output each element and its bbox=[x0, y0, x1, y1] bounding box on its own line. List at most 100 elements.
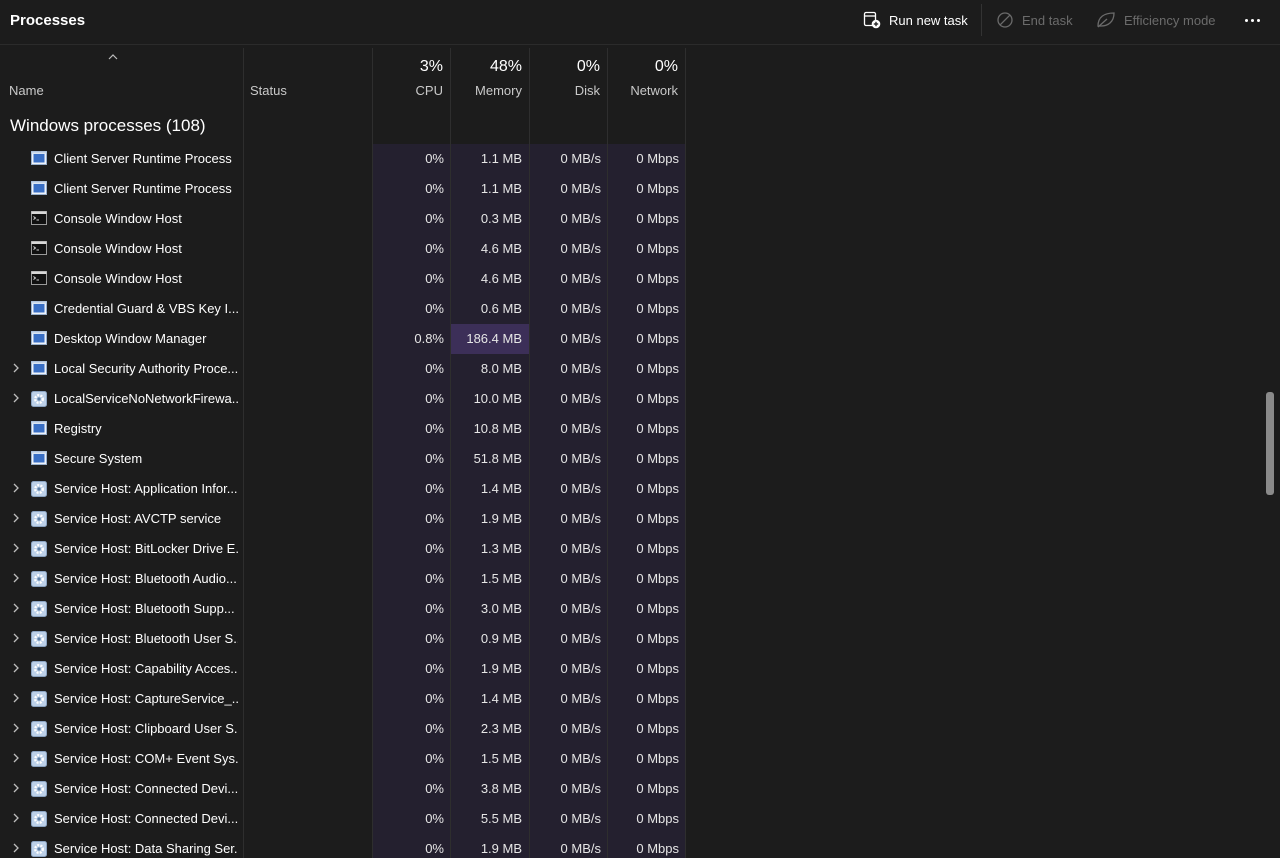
run-new-task-label: Run new task bbox=[889, 12, 968, 28]
network-cell: 0 Mbps bbox=[636, 781, 679, 796]
process-row[interactable]: Service Host: Application Infor... 0% 1.4 … bbox=[0, 474, 686, 504]
process-row[interactable]: Desktop Window Manager 0.8% 186.4 MB 0 MB/s… bbox=[0, 324, 686, 354]
expand-chevron-icon[interactable] bbox=[10, 392, 22, 404]
expand-chevron-icon[interactable] bbox=[10, 542, 22, 554]
disk-cell: 0 MB/s bbox=[560, 391, 601, 406]
process-table: Windows processes (108) Client Server Ru… bbox=[0, 102, 1280, 858]
expand-chevron-icon[interactable] bbox=[10, 662, 22, 674]
memory-cell: 0.6 MB bbox=[480, 301, 522, 316]
cpu-cell: 0% bbox=[425, 631, 444, 646]
process-row[interactable]: Console Window Host 0% 4.6 MB 0 MB/s 0 Mbps bbox=[0, 234, 686, 264]
memory-cell: 8.0 MB bbox=[480, 361, 522, 376]
process-row[interactable]: Service Host: Bluetooth User S... 0% 0.9 M… bbox=[0, 624, 686, 654]
process-row[interactable]: Secure System 0% 51.8 MB 0 MB/s 0 Mbps bbox=[0, 444, 686, 474]
column-header-name[interactable]: Name bbox=[9, 83, 44, 98]
efficiency-mode-label: Efficiency mode bbox=[1124, 12, 1216, 28]
expand-chevron-icon[interactable] bbox=[10, 752, 22, 764]
expand-chevron-icon[interactable] bbox=[10, 842, 22, 854]
cpu-cell: 0% bbox=[425, 481, 444, 496]
gear-icon bbox=[31, 601, 47, 617]
vertical-scrollbar-thumb[interactable] bbox=[1266, 392, 1274, 495]
run-task-icon bbox=[863, 11, 881, 29]
process-name: Desktop Window Manager bbox=[54, 331, 207, 346]
expand-chevron-icon[interactable] bbox=[10, 602, 22, 614]
process-name: LocalServiceNoNetworkFirewa... bbox=[54, 391, 238, 406]
process-name: Service Host: Capability Acces... bbox=[54, 661, 238, 676]
column-header-network[interactable]: Network bbox=[607, 83, 678, 98]
expand-chevron-icon[interactable] bbox=[10, 692, 22, 704]
process-row[interactable]: Service Host: Bluetooth Audio... 0% 1.5 MB… bbox=[0, 564, 686, 594]
group-header-windows-processes[interactable]: Windows processes (108) bbox=[10, 116, 206, 136]
expand-chevron-icon[interactable] bbox=[10, 362, 22, 374]
process-name: Credential Guard & VBS Key I... bbox=[54, 301, 238, 316]
expand-chevron-icon[interactable] bbox=[10, 812, 22, 824]
column-header-disk[interactable]: Disk bbox=[529, 83, 600, 98]
process-row[interactable]: Service Host: Capability Acces... 0% 1.9 M… bbox=[0, 654, 686, 684]
toolbar-divider bbox=[981, 4, 982, 36]
cpu-cell: 0% bbox=[425, 151, 444, 166]
expand-chevron-icon[interactable] bbox=[10, 482, 22, 494]
network-cell: 0 Mbps bbox=[636, 631, 679, 646]
run-new-task-button[interactable]: Run new task bbox=[863, 0, 968, 40]
network-cell: 0 Mbps bbox=[636, 541, 679, 556]
network-cell: 0 Mbps bbox=[636, 241, 679, 256]
process-row[interactable]: Service Host: AVCTP service 0% 1.9 MB 0 MB/… bbox=[0, 504, 686, 534]
network-total-percent[interactable]: 0% bbox=[607, 58, 678, 76]
process-name: Service Host: BitLocker Drive E... bbox=[54, 541, 238, 556]
process-name: Client Server Runtime Process bbox=[54, 181, 232, 196]
process-row[interactable]: LocalServiceNoNetworkFirewa... 0% 10.0 MB 0… bbox=[0, 384, 686, 414]
efficiency-mode-button[interactable]: Efficiency mode bbox=[1096, 0, 1216, 40]
cpu-cell: 0% bbox=[425, 661, 444, 676]
dot bbox=[1250, 18, 1254, 22]
expand-chevron-icon[interactable] bbox=[10, 632, 22, 644]
cpu-total-percent[interactable]: 3% bbox=[372, 58, 443, 76]
dot bbox=[1244, 18, 1248, 22]
network-cell: 0 Mbps bbox=[636, 721, 679, 736]
process-row[interactable]: Local Security Authority Proce... 0% 8.0 M… bbox=[0, 354, 686, 384]
process-name: Secure System bbox=[54, 451, 143, 466]
more-options-button[interactable] bbox=[1240, 10, 1264, 30]
process-row[interactable]: Registry 0% 10.8 MB 0 MB/s 0 Mbps bbox=[0, 414, 686, 444]
end-task-button[interactable]: End task bbox=[996, 0, 1073, 40]
expand-chevron-icon[interactable] bbox=[10, 512, 22, 524]
column-header-cpu[interactable]: CPU bbox=[372, 83, 443, 98]
cpu-cell: 0% bbox=[425, 841, 444, 856]
process-name: Service Host: Connected Devi... bbox=[54, 811, 238, 826]
process-row[interactable]: Service Host: BitLocker Drive E... 0% 1.3 … bbox=[0, 534, 686, 564]
memory-cell: 1.5 MB bbox=[480, 751, 522, 766]
disk-cell: 0 MB/s bbox=[560, 721, 601, 736]
process-row[interactable]: Console Window Host 0% 4.6 MB 0 MB/s 0 Mbps bbox=[0, 264, 686, 294]
disk-cell: 0 MB/s bbox=[560, 781, 601, 796]
expand-chevron-icon[interactable] bbox=[10, 782, 22, 794]
process-name: Service Host: Bluetooth Supp... bbox=[54, 601, 235, 616]
process-name: Service Host: Clipboard User S... bbox=[54, 721, 238, 736]
gear-icon bbox=[31, 811, 47, 827]
expand-chevron-icon[interactable] bbox=[10, 572, 22, 584]
process-row[interactable]: Service Host: Data Sharing Ser... 0% 1.9 M… bbox=[0, 834, 686, 858]
expand-chevron-icon[interactable] bbox=[10, 722, 22, 734]
column-header-memory[interactable]: Memory bbox=[451, 83, 522, 98]
cpu-cell: 0% bbox=[425, 541, 444, 556]
process-row[interactable]: Credential Guard & VBS Key I... 0% 0.6 MB 0… bbox=[0, 294, 686, 324]
process-row[interactable]: Console Window Host 0% 0.3 MB 0 MB/s 0 Mbps bbox=[0, 204, 686, 234]
memory-cell: 51.8 MB bbox=[473, 451, 522, 466]
memory-total-percent[interactable]: 48% bbox=[451, 58, 522, 76]
process-row[interactable]: Service Host: CaptureService_... 0% 1.4 MB… bbox=[0, 684, 686, 714]
process-row[interactable]: Service Host: Connected Devi... 0% 3.8 MB 0… bbox=[0, 774, 686, 804]
disk-cell: 0 MB/s bbox=[560, 211, 601, 226]
memory-cell: 1.1 MB bbox=[480, 151, 522, 166]
process-row[interactable]: Service Host: Connected Devi... 0% 5.5 MB 0… bbox=[0, 804, 686, 834]
memory-cell: 5.5 MB bbox=[480, 811, 522, 826]
process-row[interactable]: Service Host: Bluetooth Supp... 0% 3.0 MB 0… bbox=[0, 594, 686, 624]
disk-total-percent[interactable]: 0% bbox=[529, 58, 600, 76]
disk-cell: 0 MB/s bbox=[560, 421, 601, 436]
memory-cell: 1.1 MB bbox=[480, 181, 522, 196]
disk-cell: 0 MB/s bbox=[560, 631, 601, 646]
cpu-cell: 0% bbox=[425, 721, 444, 736]
process-row[interactable]: Service Host: COM+ Event Sys... 0% 1.5 MB 0… bbox=[0, 744, 686, 774]
process-row[interactable]: Client Server Runtime Process 0% 1.1 MB 0 M… bbox=[0, 174, 686, 204]
process-row[interactable]: Client Server Runtime Process 0% 1.1 MB 0 M… bbox=[0, 144, 686, 174]
console-icon bbox=[31, 241, 47, 255]
process-row[interactable]: Service Host: Clipboard User S... 0% 2.3 M… bbox=[0, 714, 686, 744]
column-header-status[interactable]: Status bbox=[250, 83, 287, 98]
